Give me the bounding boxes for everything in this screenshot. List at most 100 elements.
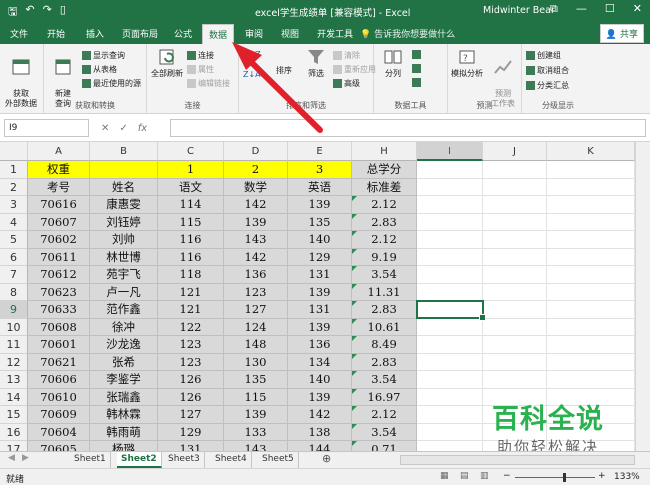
- column-header-c[interactable]: C: [158, 142, 224, 161]
- cell-a12[interactable]: 70621: [28, 353, 90, 371]
- cell-b14[interactable]: 张瑞鑫: [90, 388, 158, 406]
- cell-i12[interactable]: [417, 353, 483, 371]
- data-validation-button[interactable]: [412, 78, 421, 87]
- cell-h9[interactable]: 2.83: [352, 301, 417, 319]
- cell-c5[interactable]: 116: [158, 231, 224, 249]
- tab-file[interactable]: 文件: [10, 27, 28, 40]
- cell-b4[interactable]: 刘钰婷: [90, 213, 158, 231]
- cell-d12[interactable]: 130: [224, 353, 288, 371]
- cell-a13[interactable]: 70606: [28, 371, 90, 389]
- cell-b3[interactable]: 康惠雯: [90, 196, 158, 214]
- cell-c1[interactable]: 1: [158, 161, 224, 179]
- cell-c15[interactable]: 127: [158, 406, 224, 424]
- row-header-15[interactable]: 15: [0, 406, 28, 424]
- cell-b5[interactable]: 刘帅: [90, 231, 158, 249]
- tab-home[interactable]: 开始: [47, 27, 65, 40]
- refresh-all-button[interactable]: 全部刷新: [150, 47, 184, 79]
- sheet-tab-4[interactable]: Sheet4: [211, 452, 252, 468]
- row-header-6[interactable]: 6: [0, 248, 28, 266]
- cell-c8[interactable]: 121: [158, 283, 224, 301]
- cell-a11[interactable]: 70601: [28, 336, 90, 354]
- sort-desc-button[interactable]: Z↓A: [243, 70, 261, 79]
- cell-e2[interactable]: 英语: [288, 178, 352, 196]
- cell-j10[interactable]: [483, 318, 547, 336]
- row-header-9[interactable]: 9: [0, 301, 28, 319]
- cell-k4[interactable]: [547, 213, 635, 231]
- add-sheet-button[interactable]: ⊕: [322, 452, 331, 465]
- row-header-12[interactable]: 12: [0, 353, 28, 371]
- row-header-8[interactable]: 8: [0, 283, 28, 301]
- cell-k9[interactable]: [547, 301, 635, 319]
- cell-i3[interactable]: [417, 196, 483, 214]
- cell-h15[interactable]: 2.12: [352, 406, 417, 424]
- close-button[interactable]: ✕: [633, 2, 642, 16]
- cell-i14[interactable]: [417, 388, 483, 406]
- new-file-icon[interactable]: ▯: [60, 3, 66, 22]
- row-header-16[interactable]: 16: [0, 423, 28, 441]
- tab-insert[interactable]: 插入: [86, 27, 104, 40]
- cell-c3[interactable]: 114: [158, 196, 224, 214]
- cell-c10[interactable]: 122: [158, 318, 224, 336]
- share-button[interactable]: 👤 共享: [599, 24, 644, 43]
- cell-d2[interactable]: 数学: [224, 178, 288, 196]
- cell-h11[interactable]: 8.49: [352, 336, 417, 354]
- properties-button[interactable]: 属性: [187, 64, 214, 75]
- cell-e9[interactable]: 131: [288, 301, 352, 319]
- group-button[interactable]: 创建组: [526, 50, 561, 61]
- page-layout-view-icon[interactable]: ▤: [460, 471, 469, 481]
- cell-d16[interactable]: 133: [224, 423, 288, 441]
- connections-button[interactable]: 连接: [187, 50, 214, 61]
- cell-d4[interactable]: 139: [224, 213, 288, 231]
- cell-j11[interactable]: [483, 336, 547, 354]
- column-header-h[interactable]: H: [352, 142, 417, 161]
- recent-sources-button[interactable]: 最近使用的源: [82, 78, 141, 89]
- row-header-7[interactable]: 7: [0, 266, 28, 284]
- formula-input[interactable]: [170, 119, 646, 137]
- cell-i13[interactable]: [417, 371, 483, 389]
- cell-c11[interactable]: 123: [158, 336, 224, 354]
- cell-c6[interactable]: 116: [158, 248, 224, 266]
- get-external-data-button[interactable]: 获取 外部数据: [4, 47, 38, 109]
- cell-i4[interactable]: [417, 213, 483, 231]
- sort-button[interactable]: 排序: [267, 66, 301, 76]
- cell-j1[interactable]: [483, 161, 547, 179]
- subtotal-button[interactable]: 分类汇总: [526, 80, 569, 91]
- cell-a8[interactable]: 70623: [28, 283, 90, 301]
- cell-e15[interactable]: 142: [288, 406, 352, 424]
- cell-k6[interactable]: [547, 248, 635, 266]
- cell-j4[interactable]: [483, 213, 547, 231]
- cell-d11[interactable]: 148: [224, 336, 288, 354]
- enter-icon[interactable]: ✓: [119, 123, 127, 134]
- cell-k13[interactable]: [547, 371, 635, 389]
- sheet-tab-1[interactable]: Sheet1: [70, 452, 111, 468]
- advanced-button[interactable]: 高级: [333, 78, 360, 89]
- select-all-corner[interactable]: [0, 142, 28, 161]
- maximize-button[interactable]: ☐: [605, 2, 615, 16]
- cell-i1[interactable]: [417, 161, 483, 179]
- sheet-tab-2[interactable]: Sheet2: [117, 452, 162, 468]
- cell-e6[interactable]: 129: [288, 248, 352, 266]
- cell-b9[interactable]: 范作鑫: [90, 301, 158, 319]
- cell-c13[interactable]: 126: [158, 371, 224, 389]
- ungroup-button[interactable]: 取消组合: [526, 65, 569, 76]
- row-header-2[interactable]: 2: [0, 178, 28, 196]
- cell-j7[interactable]: [483, 266, 547, 284]
- ribbon-display-icon[interactable]: ⧉: [550, 2, 558, 16]
- cell-d5[interactable]: 143: [224, 231, 288, 249]
- sort-asc-button[interactable]: A↓Z: [243, 50, 261, 59]
- cell-h3[interactable]: 2.12: [352, 196, 417, 214]
- cell-e4[interactable]: 135: [288, 213, 352, 231]
- column-header-b[interactable]: B: [90, 142, 158, 161]
- from-table-button[interactable]: 从表格: [82, 64, 117, 75]
- cell-a10[interactable]: 70608: [28, 318, 90, 336]
- cell-b13[interactable]: 李鉴学: [90, 371, 158, 389]
- cell-e10[interactable]: 139: [288, 318, 352, 336]
- column-header-j[interactable]: J: [483, 142, 547, 161]
- cell-a16[interactable]: 70604: [28, 423, 90, 441]
- cell-e5[interactable]: 140: [288, 231, 352, 249]
- horizontal-scrollbar[interactable]: [400, 455, 635, 465]
- tab-data[interactable]: 数据: [202, 24, 235, 44]
- cell-h2[interactable]: 标准差: [352, 178, 417, 196]
- cell-e17[interactable]: 144: [288, 441, 352, 451]
- cell-h13[interactable]: 3.54: [352, 371, 417, 389]
